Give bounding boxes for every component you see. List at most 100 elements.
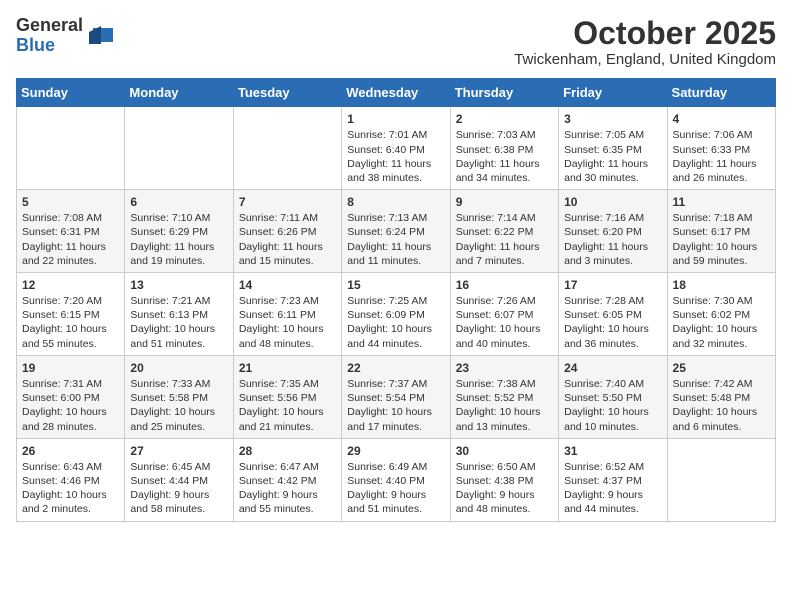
day-info: Sunrise: 7:40 AM Sunset: 5:50 PM Dayligh…: [564, 378, 649, 433]
day-info: Sunrise: 7:01 AM Sunset: 6:40 PM Dayligh…: [347, 129, 431, 184]
day-number: 29: [347, 443, 444, 459]
day-info: Sunrise: 6:49 AM Sunset: 4:40 PM Dayligh…: [347, 461, 427, 516]
calendar-cell: 17Sunrise: 7:28 AM Sunset: 6:05 PM Dayli…: [559, 272, 667, 355]
page-header: General Blue October 2025 Twickenham, En…: [16, 16, 776, 68]
day-number: 4: [673, 111, 770, 127]
day-info: Sunrise: 7:10 AM Sunset: 6:29 PM Dayligh…: [130, 212, 214, 267]
calendar-cell: 14 Sunrise: 7:23 AM Sunset: 6:11 PM Dayli…: [233, 272, 341, 355]
day-header-sunday: Sunday: [17, 79, 125, 107]
calendar-cell: 20 Sunrise: 7:33 AM Sunset: 5:58 PM Dayli…: [125, 355, 233, 438]
calendar-cell: 16Sunrise: 7:26 AM Sunset: 6:07 PM Dayli…: [450, 272, 558, 355]
day-number: 10: [564, 194, 661, 210]
month-title: October 2025: [514, 16, 776, 51]
calendar-cell: 27 Sunrise: 6:45 AM Sunset: 4:44 PM Dayli…: [125, 438, 233, 521]
day-info: Sunrise: 6:52 AM Sunset: 4:37 PM Dayligh…: [564, 461, 644, 516]
days-header-row: SundayMondayTuesdayWednesdayThursdayFrid…: [17, 79, 776, 107]
day-info: Sunrise: 7:20 AM Sunset: 6:15 PM Dayligh…: [22, 295, 107, 350]
day-number: 19: [22, 360, 119, 376]
day-info: Sunrise: 7:13 AM Sunset: 6:24 PM Dayligh…: [347, 212, 431, 267]
day-info: Sunrise: 7:11 AM Sunset: 6:26 PM Dayligh…: [239, 212, 323, 267]
day-info: Sunrise: 7:35 AM Sunset: 5:56 PM Dayligh…: [239, 378, 324, 433]
day-info: Sunrise: 6:47 AM Sunset: 4:42 PM Dayligh…: [239, 461, 319, 516]
logo-icon: [85, 22, 113, 50]
calendar-cell: 9 Sunrise: 7:14 AM Sunset: 6:22 PM Daylig…: [450, 190, 558, 273]
day-number: 30: [456, 443, 553, 459]
day-number: 27: [130, 443, 227, 459]
day-info: Sunrise: 7:38 AM Sunset: 5:52 PM Dayligh…: [456, 378, 541, 433]
location: Twickenham, England, United Kingdom: [514, 51, 776, 68]
calendar-cell: 19 Sunrise: 7:31 AM Sunset: 6:00 PM Dayli…: [17, 355, 125, 438]
calendar-cell: [17, 107, 125, 190]
day-number: 22: [347, 360, 444, 376]
calendar-cell: 6 Sunrise: 7:10 AM Sunset: 6:29 PM Daylig…: [125, 190, 233, 273]
calendar-cell: 1 Sunrise: 7:01 AM Sunset: 6:40 PM Daylig…: [342, 107, 450, 190]
day-number: 7: [239, 194, 336, 210]
calendar-cell: 8 Sunrise: 7:13 AM Sunset: 6:24 PM Daylig…: [342, 190, 450, 273]
day-number: 1: [347, 111, 444, 127]
calendar-week-5: 26 Sunrise: 6:43 AM Sunset: 4:46 PM Dayli…: [17, 438, 776, 521]
calendar-cell: 30Sunrise: 6:50 AM Sunset: 4:38 PM Dayli…: [450, 438, 558, 521]
calendar-cell: 3Sunrise: 7:05 AM Sunset: 6:35 PM Daylig…: [559, 107, 667, 190]
logo: General Blue: [16, 16, 113, 56]
day-header-thursday: Thursday: [450, 79, 558, 107]
day-number: 28: [239, 443, 336, 459]
day-info: Sunrise: 7:33 AM Sunset: 5:58 PM Dayligh…: [130, 378, 215, 433]
day-header-monday: Monday: [125, 79, 233, 107]
day-header-tuesday: Tuesday: [233, 79, 341, 107]
day-info: Sunrise: 7:37 AM Sunset: 5:54 PM Dayligh…: [347, 378, 432, 433]
day-info: Sunrise: 7:23 AM Sunset: 6:11 PM Dayligh…: [239, 295, 324, 350]
logo-general-text: General: [16, 16, 83, 36]
calendar-cell: 15 Sunrise: 7:25 AM Sunset: 6:09 PM Dayli…: [342, 272, 450, 355]
calendar-cell: [233, 107, 341, 190]
day-number: 31: [564, 443, 661, 459]
day-info: Sunrise: 6:45 AM Sunset: 4:44 PM Dayligh…: [130, 461, 210, 516]
day-info: Sunrise: 6:43 AM Sunset: 4:46 PM Dayligh…: [22, 461, 107, 516]
day-number: 20: [130, 360, 227, 376]
calendar-cell: 10 Sunrise: 7:16 AM Sunset: 6:20 PM Dayli…: [559, 190, 667, 273]
day-info: Sunrise: 7:28 AM Sunset: 6:05 PM Dayligh…: [564, 295, 649, 350]
calendar-cell: 4 Sunrise: 7:06 AM Sunset: 6:33 PM Daylig…: [667, 107, 775, 190]
day-info: Sunrise: 7:06 AM Sunset: 6:33 PM Dayligh…: [673, 129, 757, 184]
calendar-cell: 7 Sunrise: 7:11 AM Sunset: 6:26 PM Daylig…: [233, 190, 341, 273]
title-block: October 2025 Twickenham, England, United…: [514, 16, 776, 68]
day-number: 13: [130, 277, 227, 293]
day-info: Sunrise: 7:26 AM Sunset: 6:07 PM Dayligh…: [456, 295, 541, 350]
calendar-table: SundayMondayTuesdayWednesdayThursdayFrid…: [16, 78, 776, 521]
day-info: Sunrise: 7:42 AM Sunset: 5:48 PM Dayligh…: [673, 378, 758, 433]
calendar-cell: 23 Sunrise: 7:38 AM Sunset: 5:52 PM Dayli…: [450, 355, 558, 438]
day-number: 25: [673, 360, 770, 376]
day-number: 26: [22, 443, 119, 459]
day-number: 14: [239, 277, 336, 293]
calendar-cell: 12Sunrise: 7:20 AM Sunset: 6:15 PM Dayli…: [17, 272, 125, 355]
calendar-cell: 13Sunrise: 7:21 AM Sunset: 6:13 PM Dayli…: [125, 272, 233, 355]
logo-blue-text: Blue: [16, 36, 83, 56]
calendar-week-1: 1 Sunrise: 7:01 AM Sunset: 6:40 PM Daylig…: [17, 107, 776, 190]
day-number: 8: [347, 194, 444, 210]
day-info: Sunrise: 7:31 AM Sunset: 6:00 PM Dayligh…: [22, 378, 107, 433]
day-number: 9: [456, 194, 553, 210]
calendar-cell: 2Sunrise: 7:03 AM Sunset: 6:38 PM Daylig…: [450, 107, 558, 190]
calendar-cell: 18Sunrise: 7:30 AM Sunset: 6:02 PM Dayli…: [667, 272, 775, 355]
calendar-cell: 21 Sunrise: 7:35 AM Sunset: 5:56 PM Dayli…: [233, 355, 341, 438]
calendar-cell: 5Sunrise: 7:08 AM Sunset: 6:31 PM Daylig…: [17, 190, 125, 273]
calendar-cell: 22 Sunrise: 7:37 AM Sunset: 5:54 PM Dayli…: [342, 355, 450, 438]
day-info: Sunrise: 7:03 AM Sunset: 6:38 PM Dayligh…: [456, 129, 540, 184]
day-number: 23: [456, 360, 553, 376]
day-number: 6: [130, 194, 227, 210]
day-number: 15: [347, 277, 444, 293]
day-number: 21: [239, 360, 336, 376]
day-info: Sunrise: 7:25 AM Sunset: 6:09 PM Dayligh…: [347, 295, 432, 350]
day-info: Sunrise: 7:16 AM Sunset: 6:20 PM Dayligh…: [564, 212, 648, 267]
day-number: 11: [673, 194, 770, 210]
day-header-friday: Friday: [559, 79, 667, 107]
day-header-wednesday: Wednesday: [342, 79, 450, 107]
day-header-saturday: Saturday: [667, 79, 775, 107]
day-info: Sunrise: 7:30 AM Sunset: 6:02 PM Dayligh…: [673, 295, 758, 350]
calendar-week-3: 12Sunrise: 7:20 AM Sunset: 6:15 PM Dayli…: [17, 272, 776, 355]
day-info: Sunrise: 7:18 AM Sunset: 6:17 PM Dayligh…: [673, 212, 758, 267]
calendar-cell: 28 Sunrise: 6:47 AM Sunset: 4:42 PM Dayli…: [233, 438, 341, 521]
calendar-cell: 31 Sunrise: 6:52 AM Sunset: 4:37 PM Dayli…: [559, 438, 667, 521]
day-info: Sunrise: 7:05 AM Sunset: 6:35 PM Dayligh…: [564, 129, 648, 184]
day-info: Sunrise: 7:14 AM Sunset: 6:22 PM Dayligh…: [456, 212, 540, 267]
calendar-week-4: 19 Sunrise: 7:31 AM Sunset: 6:00 PM Dayli…: [17, 355, 776, 438]
